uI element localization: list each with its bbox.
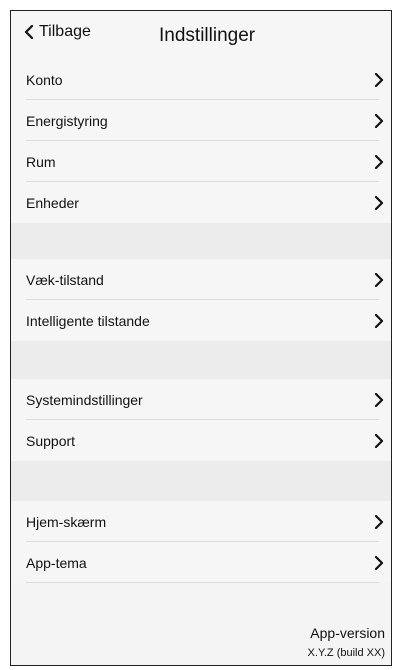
chevron-right-icon: [374, 195, 384, 210]
settings-item-label: Intelligente tilstande: [26, 312, 150, 329]
settings-group-display: Hjem-skærm App-tema: [11, 501, 391, 583]
chevron-right-icon: [374, 514, 384, 529]
back-button[interactable]: Tilbage: [23, 23, 91, 41]
settings-item-systemindstillinger[interactable]: Systemindstillinger: [11, 379, 391, 420]
settings-item-label: Væk-tilstand: [26, 271, 104, 288]
settings-item-intelligente-tilstande[interactable]: Intelligente tilstande: [11, 300, 391, 341]
settings-item-label: Support: [26, 432, 76, 449]
settings-group-account: Konto Energistyring Rum Enheder: [11, 59, 391, 223]
settings-item-label: Rum: [26, 153, 56, 170]
settings-item-label: Systemindstillinger: [26, 391, 143, 408]
settings-item-vaek-tilstand[interactable]: Væk-tilstand: [11, 259, 391, 300]
settings-item-label: Enheder: [26, 194, 79, 211]
settings-group-modes: Væk-tilstand Intelligente tilstande: [11, 259, 391, 341]
chevron-right-icon: [374, 113, 384, 128]
settings-item-hjem-skaerm[interactable]: Hjem-skærm: [11, 501, 391, 542]
chevron-right-icon: [374, 272, 384, 287]
settings-item-label: Konto: [26, 71, 63, 88]
page-title: Indstillinger: [159, 25, 256, 46]
chevron-right-icon: [374, 313, 384, 328]
settings-item-konto[interactable]: Konto: [11, 59, 391, 100]
settings-item-app-tema[interactable]: App-tema: [11, 542, 391, 583]
chevron-left-icon: [24, 25, 34, 39]
settings-item-label: App-tema: [26, 554, 87, 571]
settings-item-enheder[interactable]: Enheder: [11, 182, 391, 223]
chevron-right-icon: [374, 72, 384, 87]
group-divider: [11, 223, 391, 259]
chevron-right-icon: [374, 433, 384, 448]
settings-item-energistyring[interactable]: Energistyring: [11, 100, 391, 141]
back-label: Tilbage: [39, 23, 91, 40]
group-divider: [11, 461, 391, 501]
app-version-label: App-version: [310, 625, 385, 641]
settings-group-system: Systemindstillinger Support: [11, 379, 391, 461]
settings-item-rum[interactable]: Rum: [11, 141, 391, 182]
settings-item-label: Energistyring: [26, 112, 108, 129]
app-version-value: X.Y.Z (build XX): [307, 647, 385, 659]
app-version: App-version X.Y.Z (build XX): [308, 625, 385, 659]
settings-item-support[interactable]: Support: [11, 420, 391, 461]
settings-item-label: Hjem-skærm: [26, 513, 107, 530]
group-divider: [11, 341, 391, 379]
settings-screen: Tilbage Indstillinger Konto Energistyrin…: [10, 10, 392, 666]
chevron-right-icon: [374, 154, 384, 169]
chevron-right-icon: [374, 392, 384, 407]
top-bar: Tilbage Indstillinger: [11, 11, 391, 59]
chevron-right-icon: [374, 555, 384, 570]
